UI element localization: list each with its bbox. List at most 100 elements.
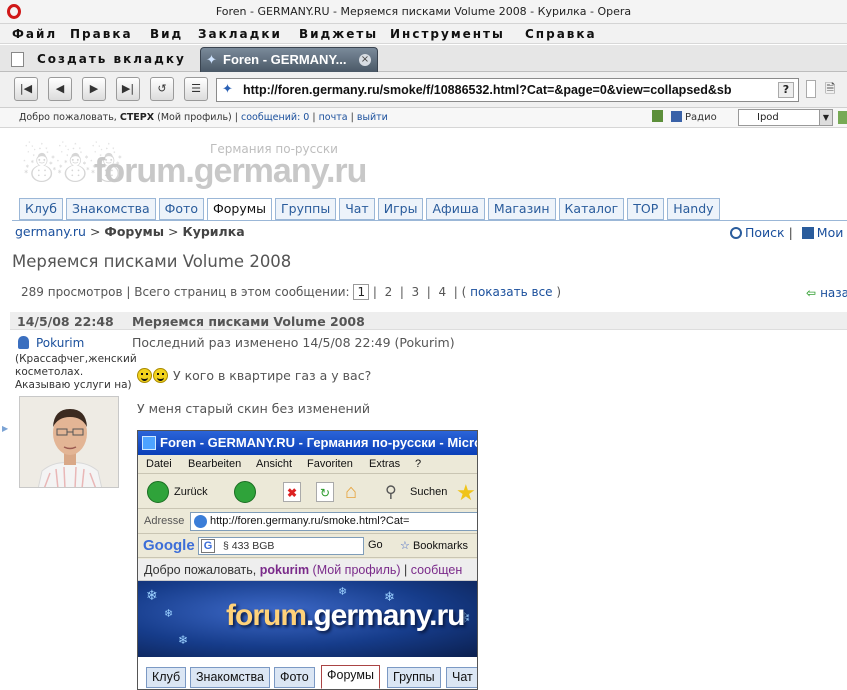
google-search-value: § 433 BGB	[223, 540, 275, 552]
screenshot-address-url: http://foren.germany.ru/smoke.html?Cat=	[210, 515, 410, 527]
chevron-down-icon[interactable]: ▼	[819, 110, 832, 125]
window-titlebar: Foren - GERMANY.RU - Меряемся писками Vo…	[0, 0, 847, 24]
panel-toggle-icon[interactable]: ▶	[2, 424, 8, 433]
menu-tools[interactable]: Инструменты	[390, 27, 505, 41]
breadcrumb-section[interactable]: Курилка	[182, 224, 244, 239]
post-date: 14/5/08 22:48	[17, 314, 114, 329]
page-link-current[interactable]: 1	[353, 284, 370, 300]
screenshot-menu-item: Datei	[146, 458, 172, 470]
post-line-1: У кого в квартире газ а у вас?	[137, 368, 371, 383]
nav-item[interactable]: Чат	[339, 198, 375, 220]
site-logo[interactable]: ☃☃☃ forum.germany.ru Германия по-русски	[14, 138, 367, 198]
screenshot-address-bar: Adresse http://foren.germany.ru/smoke.ht…	[138, 510, 477, 534]
search-icon: ⚲	[385, 484, 397, 501]
page-icon[interactable]: 🗎	[825, 80, 835, 102]
radio-button[interactable]: Радио	[652, 110, 717, 123]
site-favicon-icon: ✦	[222, 82, 233, 97]
refresh-icon: ↻	[316, 482, 334, 502]
page-link[interactable]: 2	[385, 285, 393, 299]
wand-button[interactable]: ☰	[184, 77, 208, 101]
nav-item[interactable]: Группы	[275, 198, 337, 220]
page-link[interactable]: 3	[412, 285, 420, 299]
screenshot-google-toolbar: Google G § 433 BGB Go ☆ Bookmarks	[138, 534, 477, 558]
address-dropdown[interactable]	[806, 80, 816, 98]
reload-button[interactable]: ↺	[150, 77, 174, 101]
pages-label: Всего страниц в этом сообщении:	[134, 285, 350, 299]
screenshot-menu-item: ?	[415, 458, 422, 470]
back-arrow-icon: ⇦	[806, 286, 817, 300]
nav-item[interactable]: Каталог	[558, 198, 625, 220]
back-button[interactable]: ◀	[48, 77, 72, 101]
author-name: Pokurim	[36, 336, 85, 350]
my-forums-icon	[801, 227, 814, 239]
fast-forward-button[interactable]: ▶|	[116, 77, 140, 101]
post-text-2: У меня старый скин без изменений	[137, 401, 370, 416]
nav-item[interactable]: Клуб	[19, 198, 63, 220]
menu-help[interactable]: Справка	[525, 27, 597, 41]
back-arrow-icon	[147, 481, 169, 503]
breadcrumb-separator: >	[89, 224, 101, 239]
nav-item[interactable]: Фото	[158, 198, 204, 220]
snowflake-icon: ❄	[164, 608, 174, 620]
panel-edge[interactable]: ▶	[0, 128, 10, 690]
menu-file[interactable]: Файл	[12, 27, 57, 41]
smiley-icon	[153, 368, 168, 383]
favorites-star-icon: ★	[456, 480, 476, 505]
mail-link[interactable]: почта	[319, 112, 348, 123]
menu-edit[interactable]: Правка	[70, 27, 133, 41]
post-screenshot-image: Foren - GERMANY.RU - Германия по-русски …	[137, 430, 478, 690]
page-content: ▶ ☃☃☃ forum.germany.ru Германия по-русск…	[0, 128, 847, 690]
tab-active[interactable]: ✦ Foren - GERMANY... ×	[200, 47, 378, 72]
rewind-button[interactable]: |◀	[14, 77, 38, 101]
nav-item-active[interactable]: Форумы	[206, 198, 273, 221]
site-info-icon[interactable]: ?	[778, 82, 794, 98]
forward-button[interactable]: ▶	[82, 77, 106, 101]
nav-item[interactable]: Магазин	[487, 198, 556, 220]
address-url[interactable]: http://foren.germany.ru/smoke/f/10886532…	[243, 83, 773, 97]
messages-link[interactable]: сообщений: 0	[241, 112, 309, 123]
back-link[interactable]: ⇦ наза	[806, 286, 847, 300]
banner-logo-part-a: forum	[226, 599, 307, 632]
banner-logo-part-b: .germany.ru	[306, 599, 465, 632]
snowflake-icon: ❄	[146, 587, 158, 603]
breadcrumb-home[interactable]: germany.ru	[15, 224, 86, 239]
nav-item[interactable]: Игры	[377, 198, 424, 220]
home-icon: ⌂	[345, 481, 358, 503]
tabbar: Создать вкладку ✦ Foren - GERMANY... ×	[0, 45, 847, 72]
nav-item[interactable]: TOP	[627, 198, 665, 220]
screenshot-nav-item-active: Форумы	[321, 665, 380, 689]
new-tab-icon[interactable]	[11, 52, 24, 67]
profile-link[interactable]: (Мой профиль)	[157, 112, 232, 123]
site-navigation: Клуб Знакомства Фото Форумы Группы Чат И…	[19, 198, 723, 221]
menu-widgets[interactable]: Виджеты	[299, 27, 378, 41]
address-bar[interactable]: ✦ http://foren.germany.ru/smoke/f/108865…	[216, 78, 799, 102]
screenshot-nav-item: Клуб	[146, 667, 187, 688]
username: СТЕРХ	[119, 112, 155, 123]
my-forums-link[interactable]: Мои ф	[817, 225, 847, 240]
screenshot-title: Foren - GERMANY.RU - Германия по-русски …	[160, 435, 478, 450]
screenshot-nav-item: Знакомства	[190, 667, 270, 688]
logout-link[interactable]: выйти	[357, 112, 388, 123]
breadcrumb-forums[interactable]: Форумы	[104, 224, 164, 239]
post-header: 14/5/08 22:48 Меряемся писками Volume 20…	[10, 312, 847, 330]
nav-item[interactable]: Афиша	[426, 198, 485, 220]
tab-close-icon[interactable]: ×	[359, 54, 371, 66]
search-icon	[730, 227, 742, 239]
screenshot-site-nav: Клуб Знакомства Фото Форумы Группы Чат	[138, 657, 477, 689]
screenshot-search-label: Suchen	[410, 486, 448, 498]
nav-item[interactable]: Знакомства	[65, 198, 156, 220]
new-tab-button[interactable]: Создать вкладку	[37, 52, 186, 66]
menu-bookmarks[interactable]: Закладки	[198, 27, 282, 41]
author-avatar[interactable]	[19, 396, 119, 488]
menu-view[interactable]: Вид	[150, 27, 183, 41]
nav-item[interactable]: Handy	[667, 198, 720, 220]
window-title: Foren - GERMANY.RU - Меряемся писками Vo…	[215, 5, 632, 18]
screenshot-menu-item: Favoriten	[307, 458, 353, 470]
panel-icon[interactable]	[838, 111, 847, 124]
ipod-select[interactable]: Ipod ▼	[738, 109, 833, 126]
search-link[interactable]: Поиск	[745, 225, 785, 240]
author-link[interactable]: Pokurim	[18, 336, 84, 350]
screenshot-address-box: http://foren.germany.ru/smoke.html?Cat=	[190, 512, 477, 531]
show-all-link[interactable]: показать все	[470, 285, 552, 299]
page-link[interactable]: 4	[438, 285, 446, 299]
